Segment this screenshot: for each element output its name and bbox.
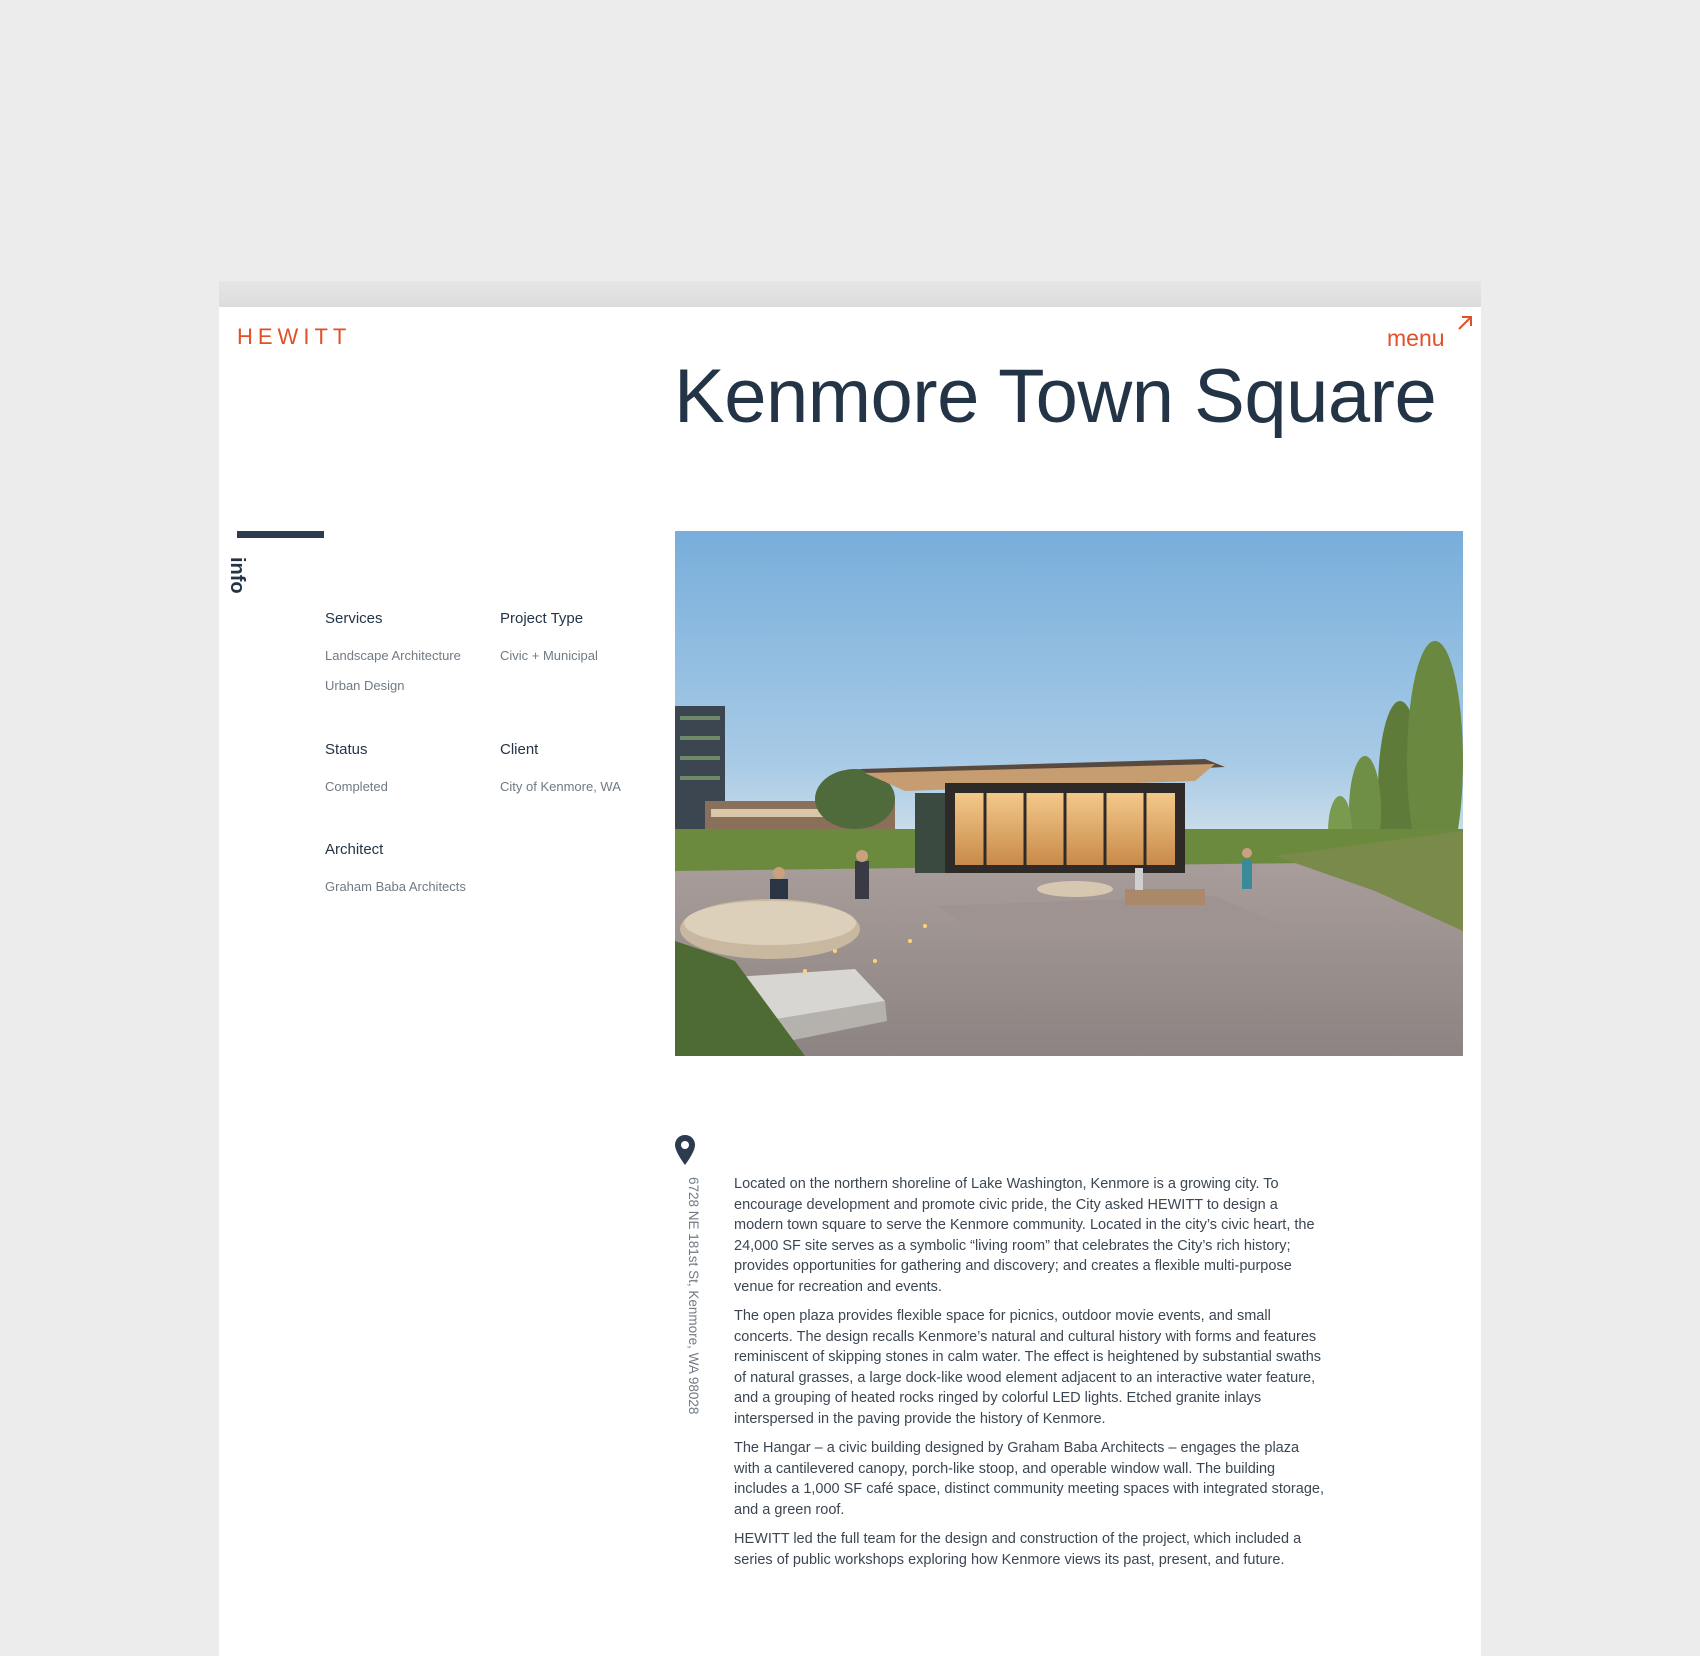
- field-services: Services Landscape Architecture Urban De…: [325, 610, 461, 701]
- arrow-up-right-icon[interactable]: [1456, 314, 1474, 332]
- hero-photo: [675, 531, 1463, 1056]
- services-label: Services: [325, 610, 383, 627]
- menu-button[interactable]: menu: [1387, 325, 1445, 352]
- info-label-text: info: [226, 557, 248, 594]
- client-value: City of Kenmore, WA: [500, 779, 621, 794]
- project-page: HEWITT menu Kenmore Town Square info Ser…: [219, 307, 1481, 1656]
- field-client: Client City of Kenmore, WA: [500, 741, 621, 802]
- page-title: Kenmore Town Square: [674, 354, 1437, 439]
- description-paragraph: HEWITT led the full team for the design …: [734, 1531, 1302, 1568]
- address-text: 6728 NE 181st St, Kenmore, WA 98028: [686, 1177, 701, 1415]
- description-paragraph: Located on the northern shoreline of Lak…: [734, 1176, 1315, 1295]
- info-divider: [237, 531, 324, 538]
- architect-value: Graham Baba Architects: [325, 879, 466, 894]
- hewitt-logo[interactable]: HEWITT: [237, 324, 351, 350]
- address: 6728 NE 181st St, Kenmore, WA 98028: [683, 1177, 703, 1427]
- project-type-label: Project Type: [500, 610, 584, 627]
- field-architect: Architect Graham Baba Architects: [325, 841, 466, 902]
- description-paragraph: The Hangar – a civic building designed b…: [734, 1440, 1324, 1518]
- description-paragraph: The open plaza provides flexible space f…: [734, 1308, 1322, 1427]
- project-type-value: Civic + Municipal: [500, 648, 598, 663]
- architect-label: Architect: [325, 841, 384, 858]
- client-label: Client: [500, 741, 539, 758]
- info-label: info: [219, 557, 269, 601]
- field-project-type: Project Type Civic + Municipal: [500, 610, 598, 671]
- project-description: Located on the northern shoreline of Lak…: [734, 1174, 1324, 1579]
- services-value: Landscape Architecture: [325, 648, 461, 663]
- browser-bar: [219, 281, 1481, 307]
- status-label: Status: [325, 741, 368, 758]
- field-status: Status Completed: [325, 741, 388, 802]
- map-pin-icon: [675, 1135, 695, 1165]
- services-value: Urban Design: [325, 678, 405, 693]
- status-value: Completed: [325, 779, 388, 794]
